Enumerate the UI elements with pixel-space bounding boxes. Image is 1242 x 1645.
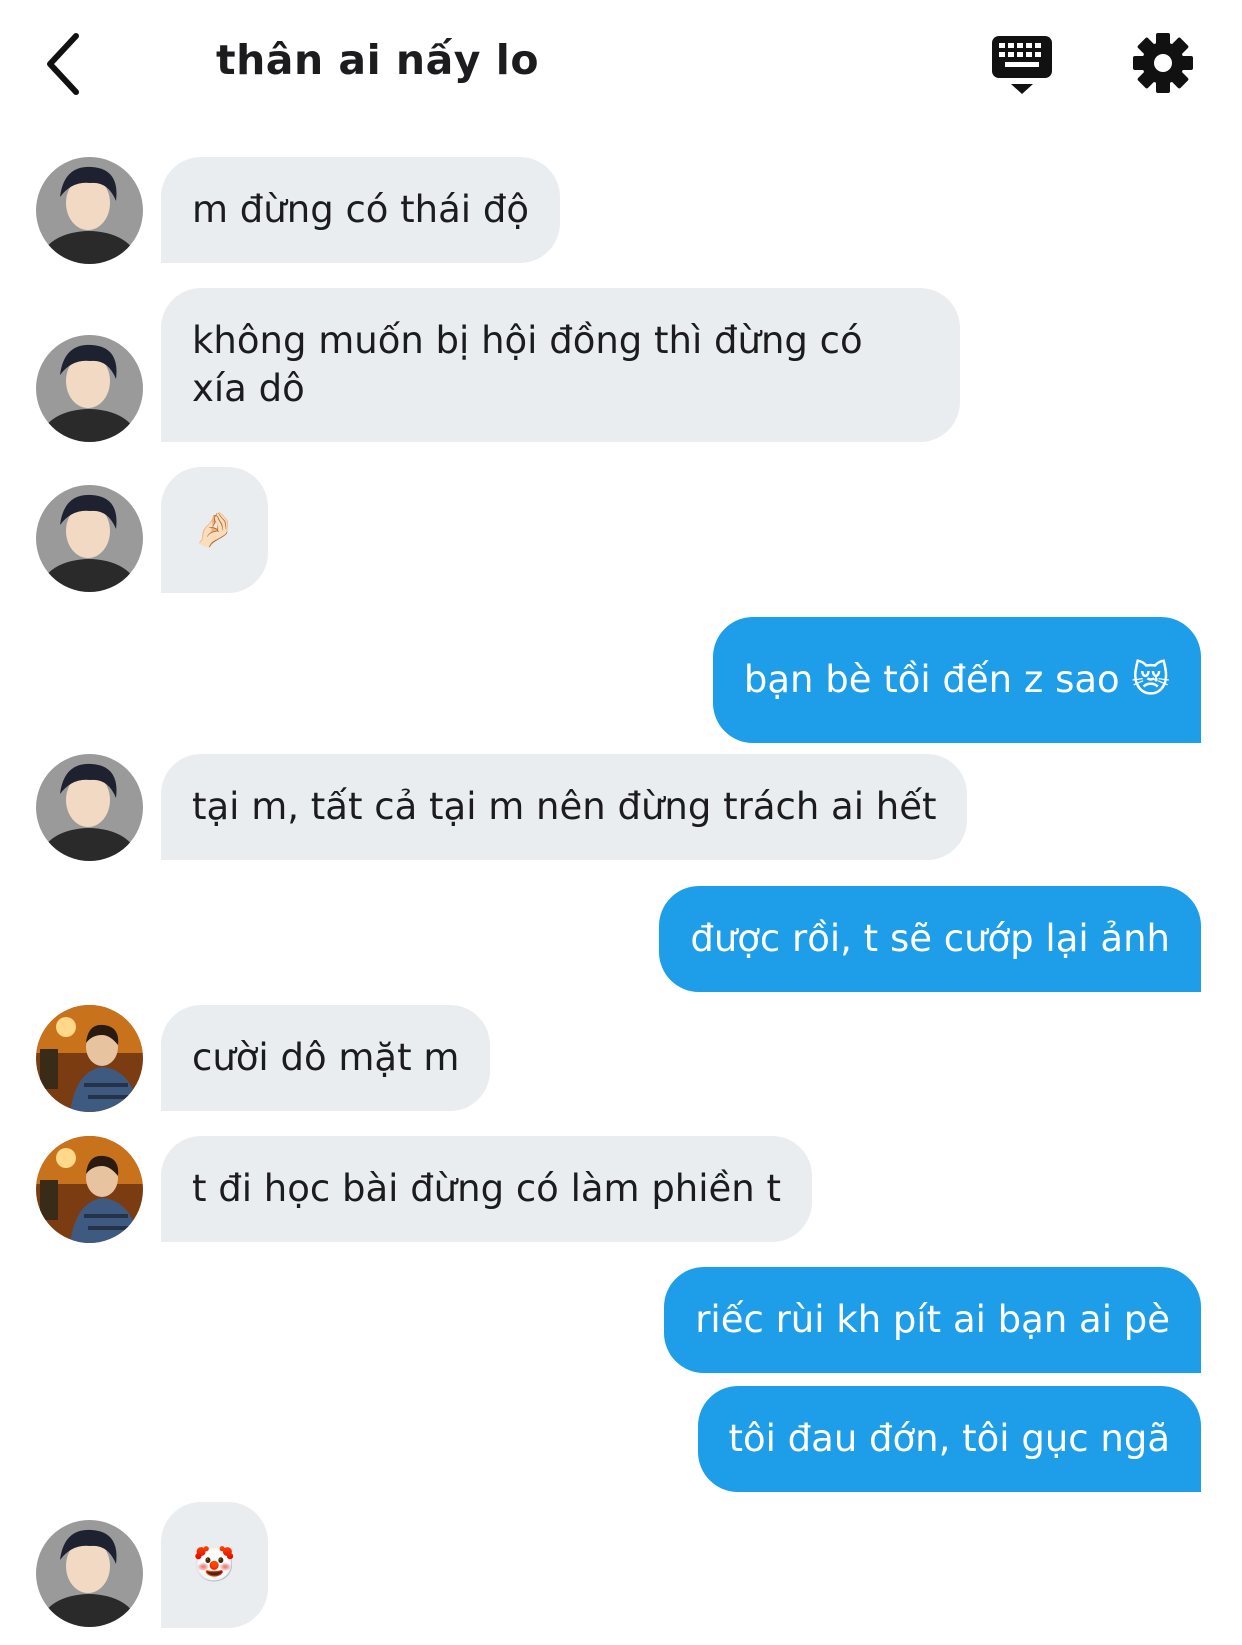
chat-title: thân ai nấy lo <box>216 36 539 84</box>
avatar-a-image <box>36 485 143 592</box>
message-emoji: 🤌🏻 <box>193 510 236 550</box>
avatar[interactable] <box>36 754 143 861</box>
message-bubble-outgoing[interactable]: bạn bè tồi đến z sao 😿 <box>712 617 1201 743</box>
message-emoji: 🤡 <box>193 1545 236 1585</box>
avatar[interactable] <box>36 1136 143 1243</box>
avatar[interactable] <box>36 1005 143 1112</box>
avatar[interactable] <box>36 335 143 442</box>
message-bubble[interactable]: cười dô mặt m <box>161 1005 491 1111</box>
avatar[interactable] <box>36 157 143 264</box>
avatar-b-image <box>36 1005 143 1112</box>
message-bubble-outgoing[interactable]: được rồi, t sẽ cướp lại ảnh <box>659 886 1201 992</box>
message-bubble[interactable]: 🤡 <box>161 1502 268 1628</box>
back-button[interactable] <box>40 30 88 98</box>
settings-button[interactable] <box>1133 30 1193 96</box>
message-text: được rồi, t sẽ cướp lại ảnh <box>690 917 1170 960</box>
message-text: m đừng có thái độ <box>192 188 529 231</box>
avatar[interactable] <box>36 1520 143 1627</box>
keyboard-button[interactable] <box>990 34 1054 98</box>
avatar[interactable] <box>36 485 143 592</box>
message-bubble[interactable]: t đi học bài đừng có làm phiền t <box>161 1136 813 1242</box>
chat-header: thân ai nấy lo <box>0 0 1242 130</box>
avatar-a-image <box>36 157 143 264</box>
message-bubble-outgoing[interactable]: tôi đau đớn, tôi gục ngã <box>697 1386 1201 1492</box>
avatar-a-image <box>36 335 143 442</box>
message-bubble[interactable]: không muốn bị hội đồng thì đừng có xía d… <box>161 288 960 442</box>
message-text: tôi đau đớn, tôi gục ngã <box>728 1417 1171 1460</box>
chevron-left-icon <box>47 33 79 95</box>
avatar-b-image <box>36 1136 143 1243</box>
message-text: t đi học bài đừng có làm phiền t <box>192 1167 782 1210</box>
avatar-a-image <box>36 754 143 861</box>
message-bubble[interactable]: 🤌🏻 <box>161 467 268 593</box>
message-text: tại m, tất cả tại m nên đừng trách ai hế… <box>192 785 937 828</box>
message-bubble[interactable]: m đừng có thái độ <box>161 157 560 263</box>
message-text: bạn bè tồi đến z sao 😿 <box>743 658 1170 701</box>
keyboard-icon <box>992 36 1052 94</box>
message-text: riếc rùi kh pít ai bạn ai pè <box>695 1298 1170 1341</box>
avatar-a-image <box>36 1520 143 1627</box>
gear-icon <box>1133 33 1193 93</box>
message-text: không muốn bị hội đồng thì đừng có xía d… <box>192 319 875 410</box>
message-text: cười dô mặt m <box>192 1036 460 1079</box>
message-bubble-outgoing[interactable]: riếc rùi kh pít ai bạn ai pè <box>664 1267 1201 1373</box>
message-bubble[interactable]: tại m, tất cả tại m nên đừng trách ai hế… <box>161 754 968 860</box>
